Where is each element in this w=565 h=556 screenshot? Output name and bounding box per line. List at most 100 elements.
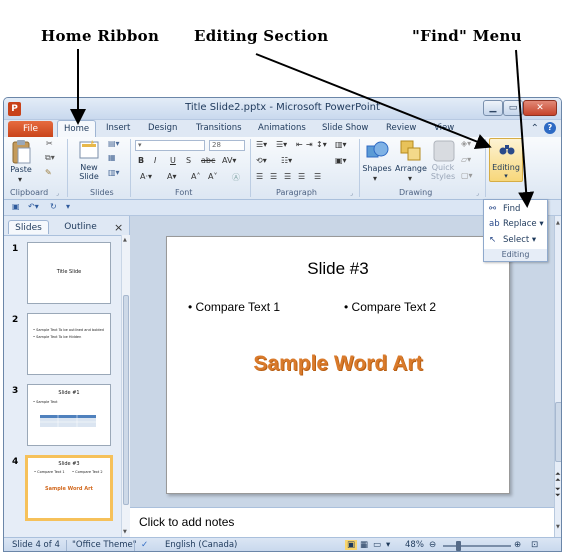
paste-label[interactable]: Paste <box>9 165 33 174</box>
slide-thumbnail[interactable]: Slide #1 • Sample Text <box>27 384 111 446</box>
distributed-icon[interactable]: ☰ <box>314 172 321 181</box>
editing-button[interactable]: Editing ▾ <box>489 138 523 182</box>
fit-to-window-icon[interactable]: ⊡ <box>531 540 538 550</box>
font-color-icon[interactable]: A▾ <box>167 172 177 181</box>
zoom-in-icon[interactable]: ⊕ <box>514 540 521 550</box>
paste-dropdown-icon[interactable]: ▾ <box>18 175 22 184</box>
reset-icon[interactable]: ▦ <box>108 153 116 162</box>
align-right-icon[interactable]: ☰ <box>284 172 291 181</box>
section-icon[interactable]: ▥▾ <box>108 168 120 177</box>
italic-icon[interactable]: I <box>154 156 156 165</box>
zoom-slider-thumb[interactable] <box>456 541 461 551</box>
quick-styles-icon[interactable] <box>432 139 456 163</box>
format-painter-icon[interactable]: ✎ <box>45 168 52 177</box>
customize-qat-icon[interactable]: ▾ <box>66 202 70 211</box>
arrange-dropdown-icon[interactable]: ▾ <box>408 174 412 183</box>
undo-icon[interactable]: ↶▾ <box>28 202 39 211</box>
zoom-level[interactable]: 48% <box>405 540 424 550</box>
font-size-combo[interactable]: 28 <box>209 140 245 151</box>
next-slide-icon[interactable]: ⏷ ⏷ <box>555 486 561 499</box>
shapes-dropdown-icon[interactable]: ▾ <box>373 174 377 183</box>
zoom-out-icon[interactable]: ⊖ <box>429 540 436 550</box>
bold-icon[interactable]: B <box>138 156 144 165</box>
shadow-icon[interactable]: S <box>186 156 191 165</box>
slide-bullet-left[interactable]: • Compare Text 1 <box>188 300 280 314</box>
zoom-slider-track[interactable] <box>443 545 511 547</box>
arrange-icon[interactable] <box>399 139 423 163</box>
align-left-icon[interactable]: ☰ <box>256 172 263 181</box>
grow-font-icon[interactable]: A˄ <box>191 172 200 181</box>
clipboard-launcher-icon[interactable]: ⌟ <box>56 190 59 197</box>
decrease-indent-icon[interactable]: ⇤ <box>296 140 303 149</box>
scroll-thumb[interactable] <box>123 295 129 505</box>
scroll-thumb[interactable] <box>555 402 561 462</box>
replace-menu-item[interactable]: ab Replace ▾ <box>486 217 545 232</box>
notes-pane[interactable]: Click to add notes <box>130 507 554 537</box>
minimize-button[interactable]: ▁ <box>483 100 503 116</box>
new-slide-label[interactable]: New Slide <box>74 163 104 181</box>
slide-bullet-right[interactable]: • Compare Text 2 <box>344 300 436 314</box>
slide-show-icon[interactable]: ▾ <box>386 540 390 550</box>
tab-insert[interactable]: Insert <box>106 123 130 133</box>
scroll-down-icon[interactable]: ▼ <box>556 524 560 530</box>
paragraph-launcher-icon[interactable]: ⌟ <box>350 190 353 197</box>
find-menu-item[interactable]: ⚯ Find <box>486 202 545 217</box>
shrink-font-icon[interactable]: A˅ <box>208 172 217 181</box>
shapes-label[interactable]: Shapes <box>361 164 393 173</box>
slide-canvas[interactable]: Slide #3 • Compare Text 1 • Compare Text… <box>166 236 510 494</box>
spelling-check-icon[interactable]: ✓ <box>141 540 148 550</box>
layout-icon[interactable]: ▤▾ <box>108 139 120 148</box>
arrange-label[interactable]: Arrange <box>394 164 428 173</box>
align-text-icon[interactable]: ☷▾ <box>281 156 292 165</box>
tab-animations[interactable]: Animations <box>258 123 306 133</box>
numbering-icon[interactable]: ☰▾ <box>276 140 287 149</box>
close-panel-icon[interactable]: × <box>114 221 123 234</box>
save-icon[interactable]: ▣ <box>12 202 20 211</box>
tab-view[interactable]: View <box>434 123 454 133</box>
copy-icon[interactable]: ⧉▾ <box>45 153 55 163</box>
slide-scrollbar[interactable]: ▲ ⏶ ⏶ ⏷ ⏷ ▼ <box>554 216 561 537</box>
normal-view-icon[interactable]: ▣ <box>345 540 358 550</box>
shape-outline-icon[interactable]: ▱▾ <box>461 155 471 164</box>
tab-outline[interactable]: Outline <box>58 220 103 234</box>
line-spacing-icon[interactable]: ↕▾ <box>316 140 327 149</box>
scroll-down-icon[interactable]: ▼ <box>123 529 127 535</box>
shapes-icon[interactable] <box>365 139 391 163</box>
notes-placeholder[interactable]: Click to add notes <box>139 515 234 529</box>
shape-effects-icon[interactable]: ▢▾ <box>461 171 473 180</box>
thumbnail-scrollbar[interactable]: ▲ ▼ <box>121 235 130 537</box>
new-slide-icon[interactable] <box>78 139 100 161</box>
redo-icon[interactable]: ↻ <box>50 202 57 211</box>
slide-thumbnail[interactable]: • Sample Text To be outlined and bolded … <box>27 313 111 375</box>
font-name-combo[interactable]: ▾ <box>135 140 205 151</box>
justify-icon[interactable]: ☰ <box>298 172 305 181</box>
slide-sorter-icon[interactable]: ▦ <box>360 540 368 550</box>
cut-icon[interactable]: ✂ <box>46 139 53 148</box>
align-center-icon[interactable]: ☰ <box>270 172 277 181</box>
paste-icon[interactable] <box>10 139 32 165</box>
character-spacing-icon[interactable]: AV▾ <box>222 156 236 165</box>
help-icon[interactable]: ? <box>544 122 556 134</box>
language-status[interactable]: English (Canada) <box>165 540 237 550</box>
tab-slides[interactable]: Slides <box>8 220 49 234</box>
tab-home[interactable]: Home <box>57 120 97 137</box>
scroll-up-icon[interactable]: ▲ <box>556 220 560 226</box>
slide-thumbnail[interactable]: Title Slide <box>27 242 111 304</box>
tab-file[interactable]: File <box>8 121 53 137</box>
shape-fill-icon[interactable]: ◈▾ <box>461 139 471 148</box>
select-menu-item[interactable]: ↖ Select ▾ <box>486 233 545 248</box>
close-button[interactable]: ✕ <box>523 100 557 116</box>
tab-transitions[interactable]: Transitions <box>196 123 242 133</box>
tab-design[interactable]: Design <box>148 123 177 133</box>
columns-icon[interactable]: ▥▾ <box>335 140 347 149</box>
theme-status[interactable]: "Office Theme" <box>72 540 137 550</box>
previous-slide-icon[interactable]: ⏶ ⏶ <box>555 471 561 484</box>
slide-thumbnail-selected[interactable]: Slide #3 • Compare Text 1 • Compare Text… <box>25 455 113 521</box>
reading-view-icon[interactable]: ▭ <box>373 540 381 550</box>
word-art[interactable]: Sample Word Art <box>167 352 509 376</box>
bullets-icon[interactable]: ☰▾ <box>256 140 267 149</box>
clear-formatting-icon[interactable]: Ⓐ <box>232 172 240 183</box>
tab-review[interactable]: Review <box>386 123 416 133</box>
smartart-icon[interactable]: ▣▾ <box>335 156 347 165</box>
change-case-icon[interactable]: A·▾ <box>140 172 152 181</box>
